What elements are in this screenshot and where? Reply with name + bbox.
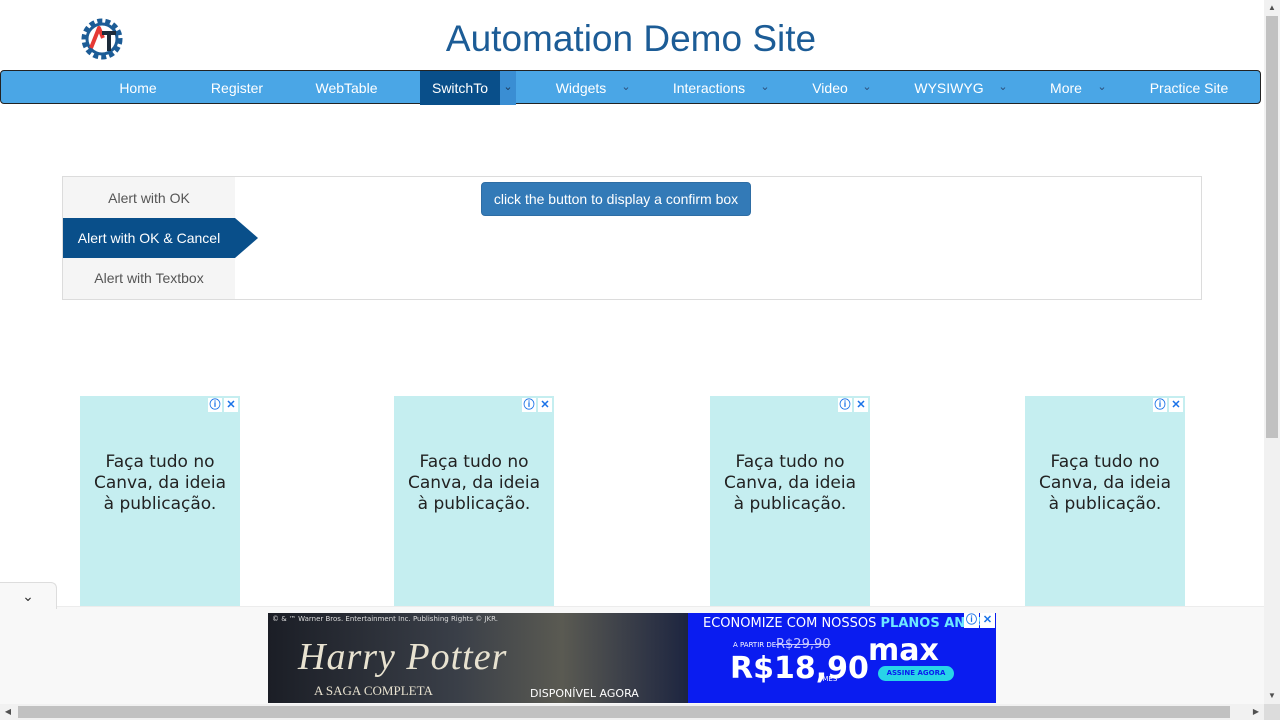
vertical-scrollbar[interactable]: ▲ ▼ — [1264, 0, 1280, 704]
ad-text: Faça tudo no Canva, da ideia à publicação. — [93, 452, 227, 514]
nav-switchto[interactable]: SwitchTo — [420, 71, 500, 105]
nav-webtable[interactable]: WebTable — [299, 71, 394, 105]
scroll-right-icon[interactable]: ▶ — [1248, 704, 1264, 720]
more-chevron-down-icon[interactable]: ⌄ — [1094, 71, 1110, 105]
horizontal-scrollbar[interactable]: ◀ ▶ — [0, 704, 1264, 720]
main-navbar: Home Register WebTable SwitchTo ⌄ Widget… — [0, 70, 1261, 105]
banner-copyright: © & ™ Warner Bros. Entertainment Inc. Pu… — [272, 615, 498, 623]
banner-available: DISPONÍVEL AGORA — [530, 687, 639, 700]
horizontal-scroll-thumb[interactable] — [18, 706, 1230, 718]
ad-text: Faça tudo no Canva, da ideia à publicação. — [1038, 452, 1172, 514]
tab-alert-ok-cancel[interactable]: Alert with OK & Cancel — [63, 218, 258, 258]
banner-cta-button[interactable]: ASSINE AGORA — [878, 666, 954, 681]
ad-info-icon[interactable]: ⓘ — [522, 398, 536, 412]
alerts-panel: Alert with OK Alert with OK & Cancel Ale… — [62, 176, 1202, 300]
wysiwyg-chevron-down-icon[interactable]: ⌄ — [995, 71, 1011, 105]
tab-alert-textbox[interactable]: Alert with Textbox — [63, 258, 235, 298]
nav-register[interactable]: Register — [191, 71, 283, 105]
page-title: Automation Demo Site — [445, 18, 817, 59]
nav-home[interactable]: Home — [94, 71, 182, 105]
interactions-chevron-down-icon[interactable]: ⌄ — [757, 71, 773, 105]
banner-subtitle: A SAGA COMPLETA — [314, 683, 433, 698]
scroll-down-icon[interactable]: ▼ — [1264, 688, 1280, 704]
nav-interactions[interactable]: Interactions — [661, 71, 757, 105]
banner-info-icon[interactable]: ⓘ — [964, 613, 979, 628]
banner-close-icon[interactable]: ✕ — [980, 613, 995, 628]
banner-price: R$18,90 — [730, 651, 869, 686]
display-confirm-box-button[interactable]: click the button to display a confirm bo… — [481, 182, 751, 216]
ad-info-icon[interactable]: ⓘ — [838, 398, 852, 412]
ad-close-icon[interactable]: ✕ — [1169, 398, 1183, 412]
switchto-chevron-down-icon[interactable]: ⌄ — [500, 71, 516, 105]
ad-info-icon[interactable]: ⓘ — [208, 398, 222, 412]
vertical-scroll-thumb[interactable] — [1266, 16, 1278, 438]
scrollbar-corner — [1264, 704, 1280, 720]
ad-card[interactable]: ⓘ ✕ Faça tudo no Canva, da ideia à publicaç… — [710, 396, 870, 608]
ad-info-icon[interactable]: ⓘ — [1153, 398, 1167, 412]
ad-close-icon[interactable]: ✕ — [224, 398, 238, 412]
nav-widgets[interactable]: Widgets — [541, 71, 621, 105]
nav-more[interactable]: More — [1037, 71, 1095, 105]
widgets-chevron-down-icon[interactable]: ⌄ — [618, 71, 634, 105]
banner-ad[interactable]: © & ™ Warner Bros. Entertainment Inc. Pu… — [268, 613, 996, 703]
ad-close-icon[interactable]: ✕ — [854, 398, 868, 412]
ad-card[interactable]: ⓘ ✕ Faça tudo no Canva, da ideia à publicaç… — [1025, 396, 1185, 608]
scroll-left-icon[interactable]: ◀ — [0, 704, 16, 720]
ad-text: Faça tudo no Canva, da ideia à publicação. — [723, 452, 857, 514]
alert-tabs: Alert with OK Alert with OK & Cancel Ale… — [63, 177, 258, 299]
banner-brand: Harry Potter — [298, 636, 508, 678]
nav-wysiwyg[interactable]: WYSIWYG — [905, 71, 993, 105]
ad-text: Faça tudo no Canva, da ideia à publicação. — [407, 452, 541, 514]
scroll-up-icon[interactable]: ▲ — [1264, 0, 1280, 16]
banner-old-price: R$29,90 — [776, 637, 831, 652]
banner-per-month: /MÊS — [820, 675, 838, 683]
ad-close-icon[interactable]: ✕ — [538, 398, 552, 412]
ad-card[interactable]: ⓘ ✕ Faça tudo no Canva, da ideia à publicaç… — [80, 396, 240, 608]
nav-practice-site[interactable]: Practice Site — [1136, 71, 1242, 105]
banner-service-logo: max — [868, 633, 939, 668]
video-chevron-down-icon[interactable]: ⌄ — [859, 71, 875, 105]
nav-video[interactable]: Video — [801, 71, 859, 105]
anchor-collapse-chevron-down-icon[interactable]: ⌄ — [0, 582, 57, 609]
banner-promo: ECONOMIZE COM NOSSOS PLANOS ANUA — [703, 616, 986, 631]
banner-price-prefix: A PARTIR DE — [733, 641, 777, 649]
ad-card[interactable]: ⓘ ✕ Faça tudo no Canva, da ideia à publicaç… — [394, 396, 554, 608]
tab-alert-ok[interactable]: Alert with OK — [63, 178, 235, 218]
